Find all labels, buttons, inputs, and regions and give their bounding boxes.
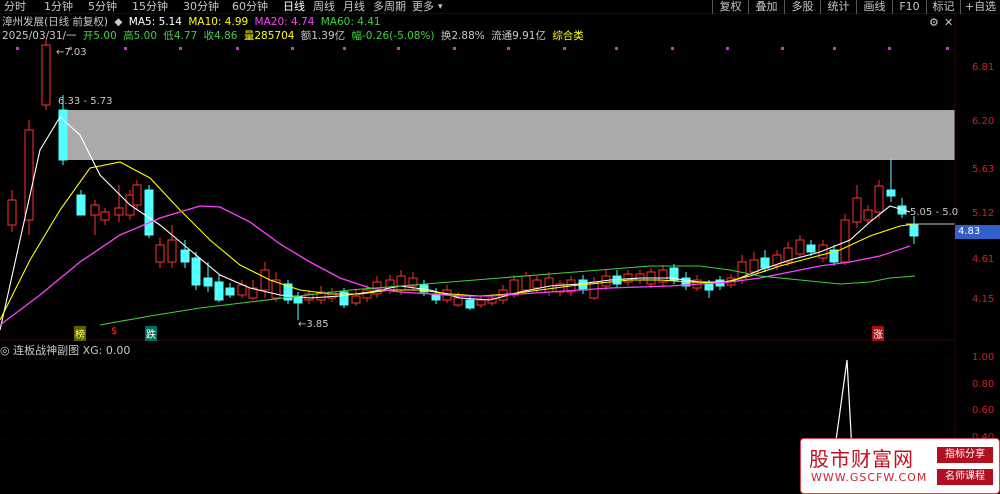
candle-body	[214, 281, 224, 301]
candle-body	[144, 189, 154, 236]
candlestick-chart[interactable]	[0, 0, 1000, 494]
candle-body	[453, 297, 463, 306]
candle-body	[863, 209, 873, 221]
candle-body	[396, 275, 406, 291]
signal-dot	[453, 47, 456, 50]
candle-body	[203, 277, 213, 287]
signal-dots	[16, 47, 949, 50]
candle-body	[874, 185, 884, 213]
candle-body	[260, 269, 270, 291]
signal-dot	[946, 47, 949, 50]
signal-dot	[16, 47, 19, 50]
candle-body	[155, 244, 165, 263]
candle-body	[795, 239, 805, 255]
candle-body	[704, 283, 714, 291]
sub-chart-header: ◎ 连板战神副图 XG: 0.00	[0, 342, 130, 358]
price-axis-label: 6.81	[972, 62, 995, 73]
candle-body	[76, 194, 86, 216]
watermark-site-name: 股市财富网	[809, 447, 914, 471]
stock-chart-window: 分时 1分钟 5分钟 15分钟 30分钟 60分钟 日线 周线 月线 多周期 更…	[0, 0, 1000, 494]
candle-body	[41, 44, 51, 106]
zhang-marker: 涨	[872, 326, 884, 341]
watermark-url: WWW.GSCFW.COM	[811, 471, 928, 484]
price-axis-label: 4.15	[972, 294, 995, 305]
candle-body	[544, 277, 554, 293]
signal-dot	[343, 47, 346, 50]
sub-chart-title: 连板战神副图	[13, 344, 80, 357]
sub-axis-label: 1.00	[972, 352, 995, 363]
zone-range-label: 6.33 - 5.73	[58, 96, 113, 107]
price-axis-label: 4.61	[972, 254, 995, 265]
watermark-tag-1: 指标分享	[937, 447, 993, 463]
candle-body	[635, 273, 645, 281]
candle-body	[24, 129, 34, 221]
candle-body	[532, 279, 542, 289]
signal-dot	[507, 47, 510, 50]
signal-dot	[888, 47, 891, 50]
candle-body	[465, 299, 475, 309]
price-axis-label: 6.20	[972, 116, 995, 127]
signal-dot	[179, 47, 182, 50]
candle-body	[191, 257, 201, 286]
candle-body	[7, 199, 17, 226]
signal-dot	[397, 47, 400, 50]
candle-body	[476, 299, 486, 306]
candle-body	[90, 204, 100, 216]
resistance-zone	[62, 110, 955, 160]
signal-dot	[833, 47, 836, 50]
sub-chart-collapse-icon[interactable]: ◎	[0, 344, 10, 357]
signal-dot	[563, 47, 566, 50]
low-point-label: ←3.85	[298, 319, 329, 330]
candle-body	[760, 257, 770, 269]
die-marker: 跌	[145, 326, 157, 341]
candle-body	[167, 239, 177, 263]
signal-dot	[291, 47, 294, 50]
sub-chart-value: XG: 0.00	[82, 344, 131, 357]
signal-dot	[781, 47, 784, 50]
candle-body	[225, 287, 235, 296]
watermark-logo: 股市财富网 WWW.GSCFW.COM 指标分享 名师课程	[800, 438, 1000, 494]
candle-body	[114, 207, 124, 216]
candle-body	[132, 184, 142, 206]
candle-body	[521, 275, 531, 291]
high-point-label: ←7.03	[56, 47, 87, 58]
candle-body	[806, 244, 816, 253]
candle-body	[237, 284, 247, 296]
signal-dot	[671, 47, 674, 50]
price-axis-label: 5.63	[972, 164, 995, 175]
signal-dot	[236, 47, 239, 50]
right-zone-label: 5.05 - 5.0	[910, 207, 959, 218]
candle-body	[749, 259, 759, 273]
watermark-tag-2: 名师课程	[937, 469, 993, 485]
sub-axis-label: 0.80	[972, 379, 995, 390]
bang-marker: 榜	[74, 326, 86, 341]
candle-body	[886, 189, 896, 197]
candle-body	[852, 197, 862, 223]
price-axis-label: 5.12	[972, 208, 995, 219]
candle-body	[362, 289, 372, 299]
candle-body	[351, 295, 361, 304]
candle-body	[909, 223, 919, 237]
current-price-tag: 4.83	[955, 225, 1000, 239]
signal-dot	[124, 47, 127, 50]
signal-dot	[726, 47, 729, 50]
candle-body	[100, 211, 110, 221]
dollar-marker: $	[111, 326, 118, 337]
signal-dot	[615, 47, 618, 50]
candle-body	[180, 249, 190, 263]
sub-axis-label: 0.60	[972, 405, 995, 416]
